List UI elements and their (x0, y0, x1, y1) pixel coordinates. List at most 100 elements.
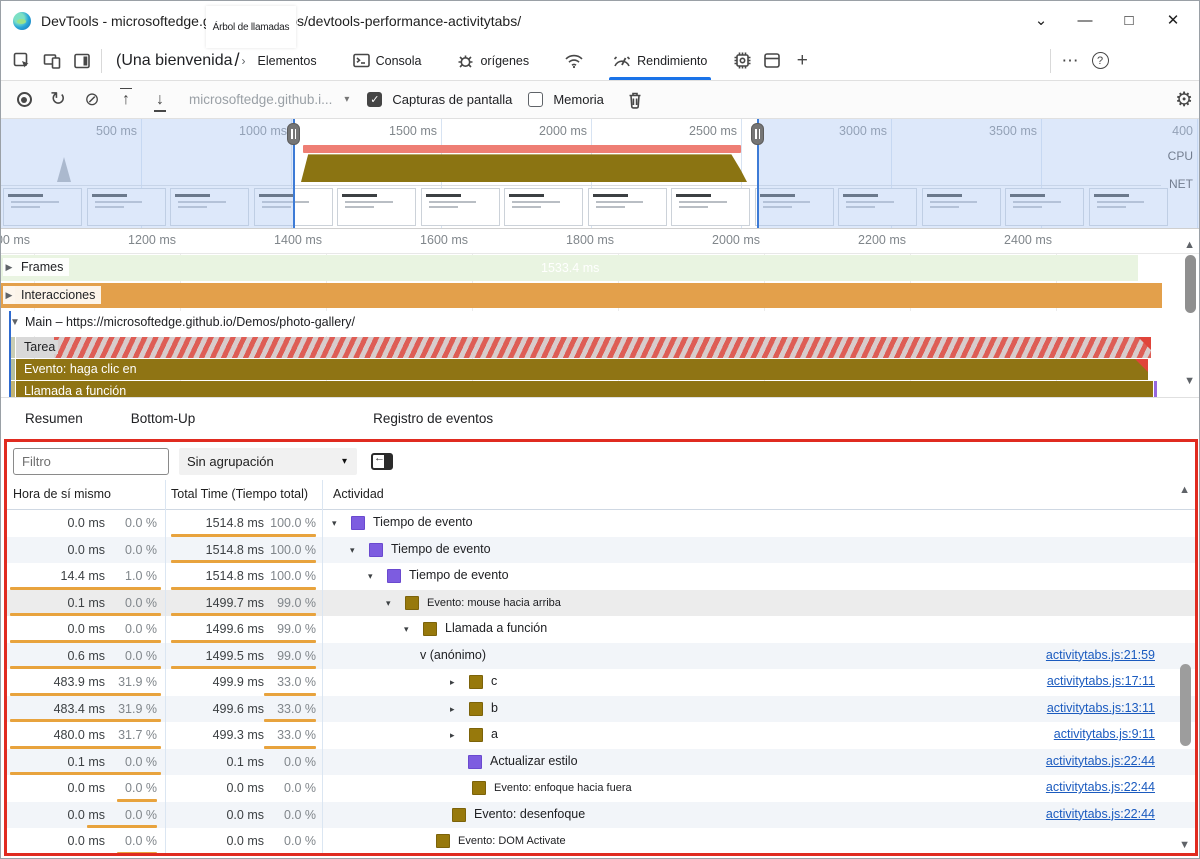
tree-collapse-icon[interactable]: ▾ (368, 571, 373, 582)
total-time-ms: 1514.8 ms (205, 569, 264, 584)
memory-checkbox[interactable] (528, 92, 544, 107)
tab-summary[interactable]: Resumen (1, 411, 107, 426)
screenshot-thumbnail[interactable] (671, 188, 750, 226)
interactions-track[interactable]: ▶ Interacciones (1, 283, 1162, 308)
inspect-element-icon[interactable] (7, 46, 37, 76)
call-tree-row[interactable]: 0.0 ms 0.0 % 1514.8 ms 100.0 % ▾ Tiempo de ev… (7, 510, 1195, 537)
call-tree-row[interactable]: 483.4 ms 31.9 % 499.6 ms 33.0 % ▸ b activityta… (7, 695, 1195, 722)
function-call-bar-row[interactable]: Llamada a función (1, 381, 1199, 397)
table-scroll-up-icon[interactable]: ▲ (1179, 484, 1190, 496)
call-tree-row[interactable]: 480.0 ms 31.7 % 499.3 ms 33.0 % ▸ a activityta… (7, 722, 1195, 749)
self-time-pct: 0.0 % (125, 781, 157, 796)
minimize-button[interactable]: — (1063, 3, 1107, 37)
tab-call-tree[interactable]: Árbol de llamadas (206, 6, 296, 48)
tree-collapse-icon[interactable]: ▾ (332, 518, 337, 529)
call-tree-row[interactable]: 0.0 ms 0.0 % 1514.8 ms 100.0 % ▾ Tiempo de ev… (7, 536, 1195, 563)
call-tree-row[interactable]: 0.0 ms 0.0 % 0.0 ms 0.0 % Evento: enfoque ha… (7, 775, 1195, 802)
selection-handle-right[interactable] (751, 123, 764, 145)
more-tabs-button[interactable]: + (787, 46, 817, 76)
tree-expand-icon[interactable]: ▸ (450, 704, 455, 715)
call-tree-row[interactable]: 14.4 ms 1.0 % 1514.8 ms 100.0 % ▾ Tiempo de e… (7, 563, 1195, 590)
trash-icon[interactable] (620, 85, 650, 115)
filter-input[interactable] (13, 447, 169, 475)
tab-event-log[interactable]: Registro de eventos (349, 411, 517, 426)
source-location-link[interactable]: activitytabs.js:22:44 (1046, 807, 1155, 821)
memory-chip-icon[interactable] (727, 46, 757, 76)
call-tree-row[interactable]: 0.1 ms 0.0 % 1499.7 ms 99.0 % ▾ Evento: mouse… (7, 589, 1195, 616)
source-location-link[interactable]: activitytabs.js:13:11 (1047, 701, 1155, 715)
col-self-time[interactable]: Hora de sí mismo (13, 487, 111, 501)
timeline-tracks[interactable]: 1000 ms 1200 ms 1400 ms 1600 ms 1800 ms 2000 … (1, 229, 1199, 398)
record-button[interactable] (9, 85, 39, 115)
save-profile-button[interactable]: ↓ (145, 85, 175, 115)
screenshot-thumbnail[interactable] (420, 188, 500, 226)
device-emulation-icon[interactable] (37, 46, 67, 76)
table-scroll-down-icon[interactable]: ▼ (1179, 839, 1190, 851)
annotation-highlight-box: Sin agrupación ▾ ← Hora de sí mismo Tota… (4, 439, 1198, 856)
table-scrollbar-thumb[interactable] (1180, 664, 1191, 746)
source-location-link[interactable]: activitytabs.js:17:11 (1047, 674, 1155, 688)
interactions-collapse-icon[interactable]: ▶ (3, 286, 15, 304)
more-options-button[interactable]: ⋯ (1055, 46, 1085, 76)
timeline-overview[interactable]: 500 ms 1000 ms 1500 ms 2000 ms 2500 ms 3000 m… (1, 119, 1199, 229)
call-tree-row[interactable]: 0.6 ms 0.0 % 1499.5 ms 99.0 % v (anónimo) act… (7, 642, 1195, 669)
screenshots-checkbox[interactable]: ✓ (367, 92, 383, 107)
source-location-link[interactable]: activitytabs.js:21:59 (1046, 648, 1155, 662)
call-tree-row[interactable]: 0.0 ms 0.0 % 0.0 ms 0.0 % Evento: DOM Activa… (7, 828, 1195, 853)
frames-track[interactable]: ▶ Frames 1533.4 ms (1, 255, 1138, 281)
call-tree-row[interactable]: 0.0 ms 0.0 % 1499.6 ms 99.0 % ▾ Llamada a fun… (7, 616, 1195, 643)
help-button[interactable]: ? (1085, 46, 1115, 76)
activity-label: Actualizar estilo (490, 753, 578, 768)
tab-performance[interactable]: Rendimiento (603, 41, 718, 80)
screenshot-thumbnail[interactable] (337, 188, 416, 226)
close-button[interactable]: ✕ (1151, 3, 1195, 37)
capture-settings-gear-icon[interactable]: ⚙ (1175, 87, 1193, 112)
self-time-pct: 0.0 % (125, 542, 157, 557)
event-click-bar-row[interactable]: Evento: haga clic en (1, 359, 1199, 380)
screenshot-thumbnail[interactable] (587, 188, 667, 226)
tab-bottom-up[interactable]: Bottom-Up (107, 411, 220, 426)
timeline-scroll-up-icon[interactable]: ▲ (1184, 239, 1195, 251)
window-menu-chevron-icon[interactable]: ⌄ (1019, 3, 1063, 37)
reload-and-record-button[interactable]: ↻ (43, 85, 73, 115)
tab-sources[interactable]: orígenes (447, 41, 539, 80)
call-tree-row[interactable]: 0.0 ms 0.0 % 0.0 ms 0.0 % Evento: desenfoque… (7, 801, 1195, 828)
col-activity[interactable]: Actividad (333, 487, 384, 501)
source-location-link[interactable]: activitytabs.js:22:44 (1046, 780, 1155, 794)
network-conditions-wifi-icon[interactable] (559, 46, 589, 76)
tree-collapse-icon[interactable]: ▾ (350, 545, 355, 556)
total-time-ms: 1499.6 ms (205, 622, 264, 637)
application-icon[interactable] (757, 46, 787, 76)
heaviest-stack-toggle-icon[interactable]: ← (371, 452, 393, 470)
activity-label: Tiempo de evento (391, 541, 491, 556)
timeline-scrollbar-thumb[interactable] (1185, 255, 1196, 313)
call-tree-row[interactable]: 0.1 ms 0.0 % 0.1 ms 0.0 % Actualizar estilo a… (7, 748, 1195, 775)
frames-collapse-icon[interactable]: ▶ (3, 258, 15, 276)
call-tree-row[interactable]: 483.9 ms 31.9 % 499.9 ms 33.0 % ▸ c activityta… (7, 669, 1195, 696)
tab-console[interactable]: Consola (343, 41, 432, 80)
screenshot-thumbnail[interactable] (504, 188, 583, 226)
col-total-time[interactable]: Total Time (Tiempo total) (171, 487, 308, 501)
main-track-label: Main – https://microsoftedge.github.io/D… (25, 315, 356, 329)
source-location-link[interactable]: activitytabs.js:9:11 (1054, 727, 1155, 741)
history-caret-icon[interactable]: ▾ (344, 94, 349, 105)
total-time-ms: 0.0 ms (226, 807, 264, 822)
task-bar-row[interactable]: Tarea (1, 337, 1199, 358)
selection-handle-left[interactable] (287, 123, 300, 145)
load-profile-button[interactable]: ↑ (111, 85, 141, 115)
tree-collapse-icon[interactable]: ▾ (386, 598, 391, 609)
event-click-bar: Evento: haga clic en (16, 359, 1148, 380)
history-select[interactable]: microsoftedge.github.i... (189, 92, 332, 107)
total-time-ms: 0.1 ms (226, 754, 264, 769)
main-expand-icon[interactable]: ▼ (10, 317, 20, 328)
dock-side-icon[interactable] (67, 46, 97, 76)
clear-recording-button[interactable]: ⊘ (77, 85, 107, 115)
main-track-header[interactable]: ▼ Main – https://microsoftedge.github.io… (1, 311, 1199, 336)
timeline-scroll-down-icon[interactable]: ▼ (1184, 375, 1195, 387)
tree-expand-icon[interactable]: ▸ (450, 730, 455, 741)
maximize-button[interactable]: □ (1107, 3, 1151, 37)
tree-expand-icon[interactable]: ▸ (450, 677, 455, 688)
source-location-link[interactable]: activitytabs.js:22:44 (1046, 754, 1155, 768)
tree-collapse-icon[interactable]: ▾ (404, 624, 409, 635)
grouping-select[interactable]: Sin agrupación ▾ (179, 447, 357, 475)
